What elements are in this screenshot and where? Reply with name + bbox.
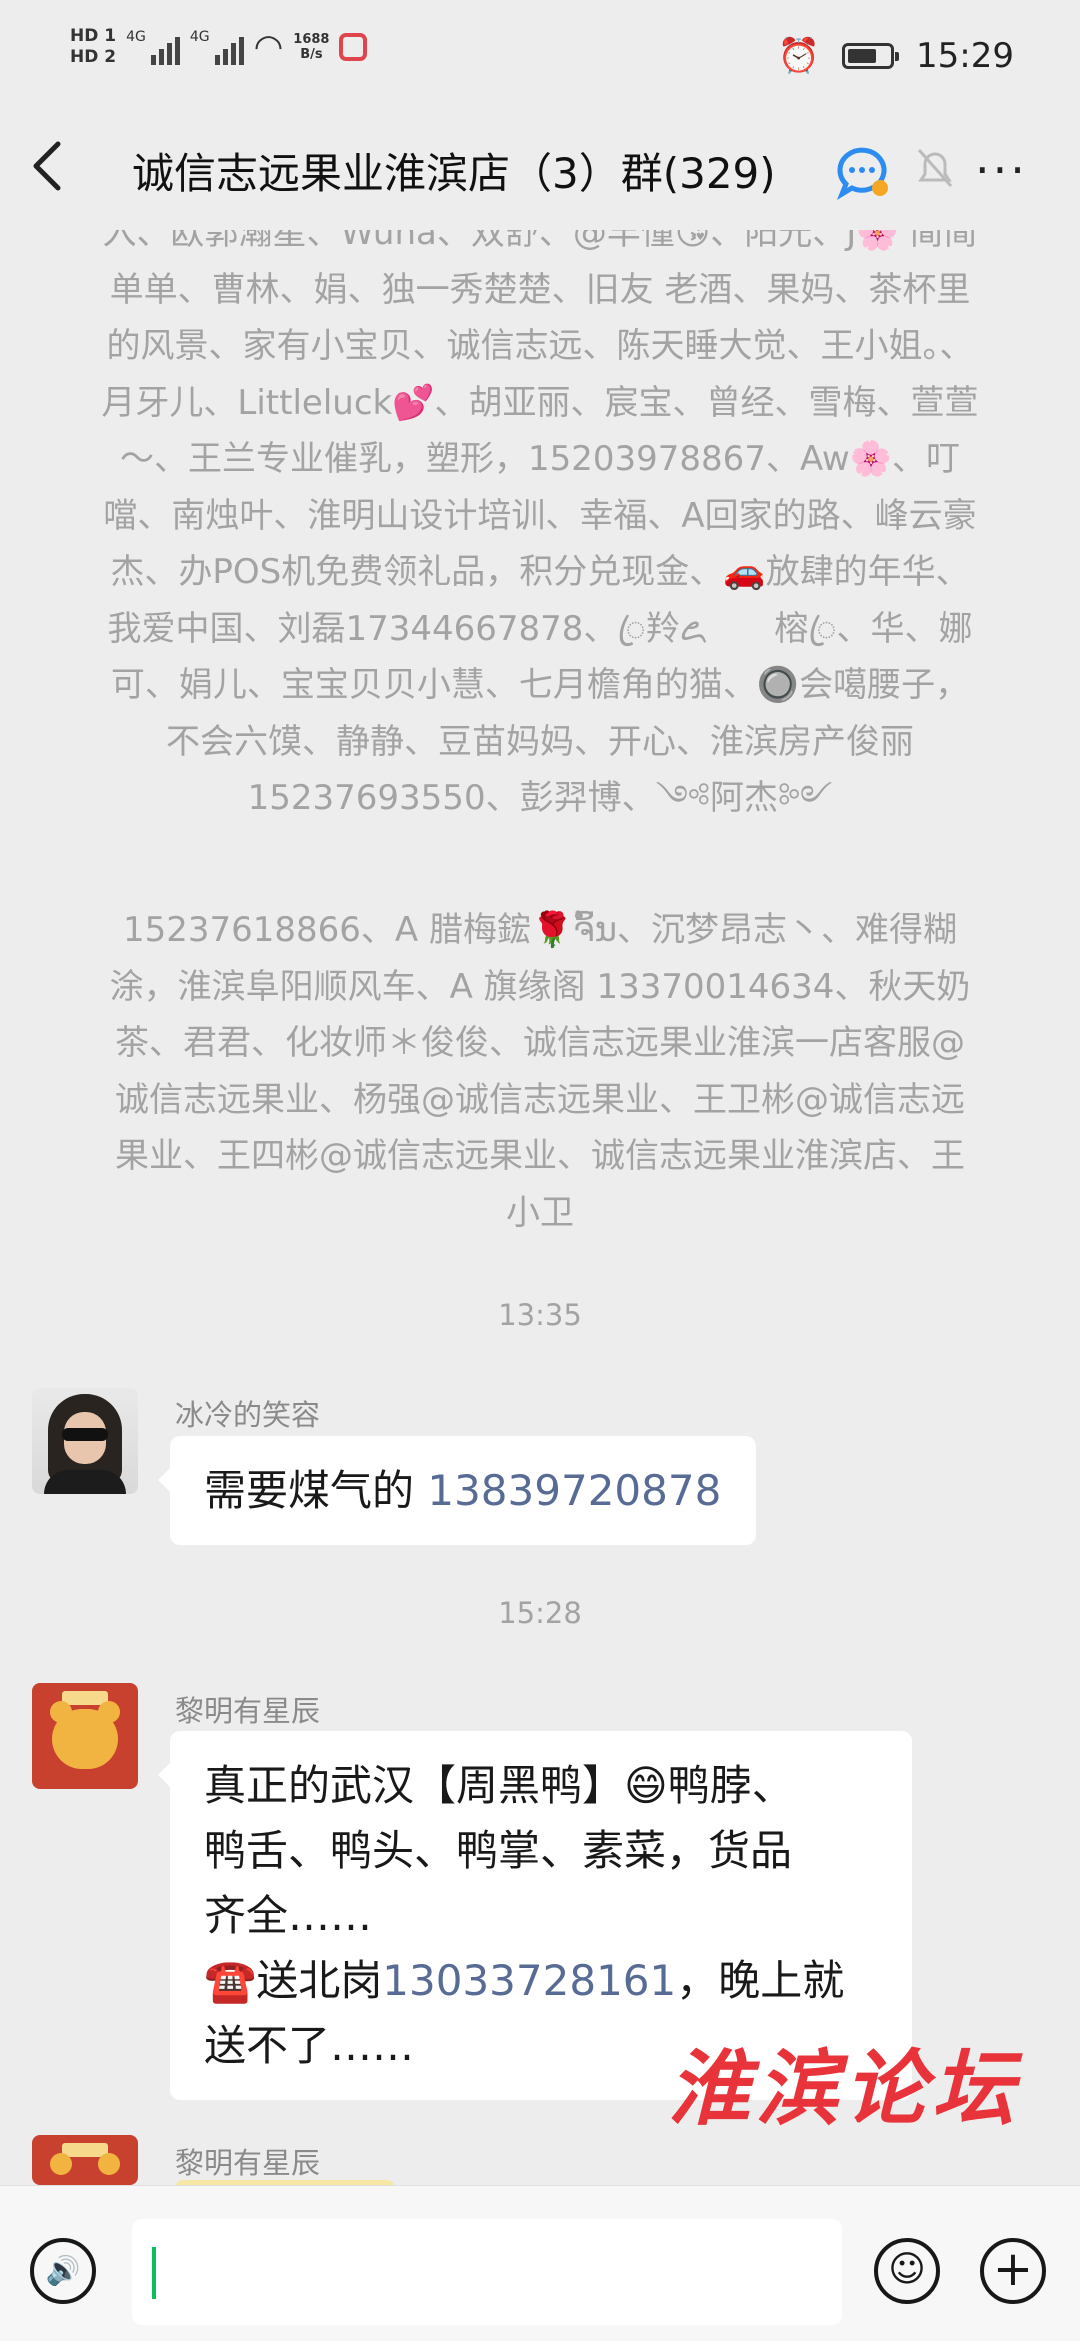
network-speed: 1688 B/s: [293, 32, 329, 62]
status-right: ⏰ 15:29: [778, 36, 1014, 76]
speed-unit: B/s: [300, 47, 323, 62]
signal-icon-2: 4G: [190, 29, 244, 65]
hd1-label: HD 1: [70, 26, 117, 46]
chat-title[interactable]: 诚信志远果业淮滨店（3）群(329): [132, 144, 776, 204]
plus-icon[interactable]: +: [980, 2238, 1046, 2304]
more-icon[interactable]: ···: [975, 140, 1028, 200]
group-chat-icon[interactable]: [830, 140, 894, 204]
system-notice-part2: 15237618866、A 腊梅鋐🌹ຈົ້ນ、沉梦昂志丶、难得糊涂，淮滨阜阳顺风…: [109, 910, 971, 1233]
system-notice-part1: 入、欧郭瀚星、Wuna、双舒、@丰憧😘、阳光、J🌸 简简单单、曹林、娟、独一秀楚…: [101, 230, 979, 818]
chat-scroll-area[interactable]: 入、欧郭瀚星、Wuna、双舒、@丰憧😘、阳光、J🌸 简简单单、曹林、娟、独一秀楚…: [0, 230, 1080, 1240]
chat-header: 诚信志远果业淮滨店（3）群(329) ···: [0, 120, 1080, 230]
forum-watermark: 淮滨论坛: [668, 2041, 1020, 2137]
status-time: 15:29: [916, 36, 1014, 76]
message-line: 鸭舌、鸭头、鸭掌、素菜，货品: [204, 1826, 793, 1875]
message-timestamp: 13:35: [498, 1298, 582, 1332]
sender-name: 黎明有星辰: [175, 1694, 321, 1728]
sender-avatar[interactable]: [32, 1388, 138, 1494]
network-type-label-2: 4G: [189, 29, 210, 45]
input-bar: 🔊 ☺ +: [0, 2185, 1080, 2341]
message-text: 需要煤气的: [204, 1466, 428, 1515]
sender-name: 黎明有星辰: [175, 2146, 321, 2180]
sender-avatar[interactable]: [32, 1683, 138, 1789]
voice-input-icon[interactable]: 🔊: [30, 2238, 96, 2304]
sender-avatar[interactable]: [32, 2135, 138, 2185]
alarm-icon: ⏰: [777, 36, 821, 76]
signal-icon: 4G: [126, 29, 180, 65]
message-text: ，晚上就: [676, 1956, 845, 2005]
status-left: HD 1 HD 2 4G 4G ◠ 1688 B/s: [70, 26, 368, 68]
message-line: 真正的武汉【周黑鸭】😄鸭脖、: [204, 1761, 794, 1810]
phone-number-link[interactable]: 13033728161: [382, 1956, 676, 2005]
status-bar: HD 1 HD 2 4G 4G ◠ 1688 B/s ⏰ 15:29: [0, 0, 1080, 120]
message-bubble[interactable]: 需要煤气的 13839720878: [158, 1436, 756, 1545]
message-text: ☎️送北岗: [204, 1956, 383, 2005]
network-type-label: 4G: [126, 29, 146, 45]
hd-indicator: HD 1 HD 2: [70, 26, 116, 68]
speed-value: 1688: [293, 32, 330, 47]
mute-bell-icon: [908, 144, 962, 198]
hd2-label: HD 2: [70, 47, 117, 67]
sender-name: 冰冷的笑容: [175, 1398, 321, 1432]
emoji-icon[interactable]: ☺: [874, 2238, 940, 2304]
text-cursor: [152, 2247, 156, 2299]
message-line: 齐全……: [204, 1891, 373, 1940]
battery-icon: [842, 43, 900, 69]
message-line: ☎️送北岗13033728161，晚上就: [204, 1948, 878, 2013]
wifi-icon: ◠: [253, 27, 284, 67]
back-icon[interactable]: [30, 138, 90, 208]
message-timestamp: 15:28: [498, 1596, 582, 1630]
phone-number-link[interactable]: 13839720878: [427, 1466, 721, 1515]
app-notification-icon: [339, 33, 368, 61]
message-input[interactable]: [132, 2219, 842, 2325]
